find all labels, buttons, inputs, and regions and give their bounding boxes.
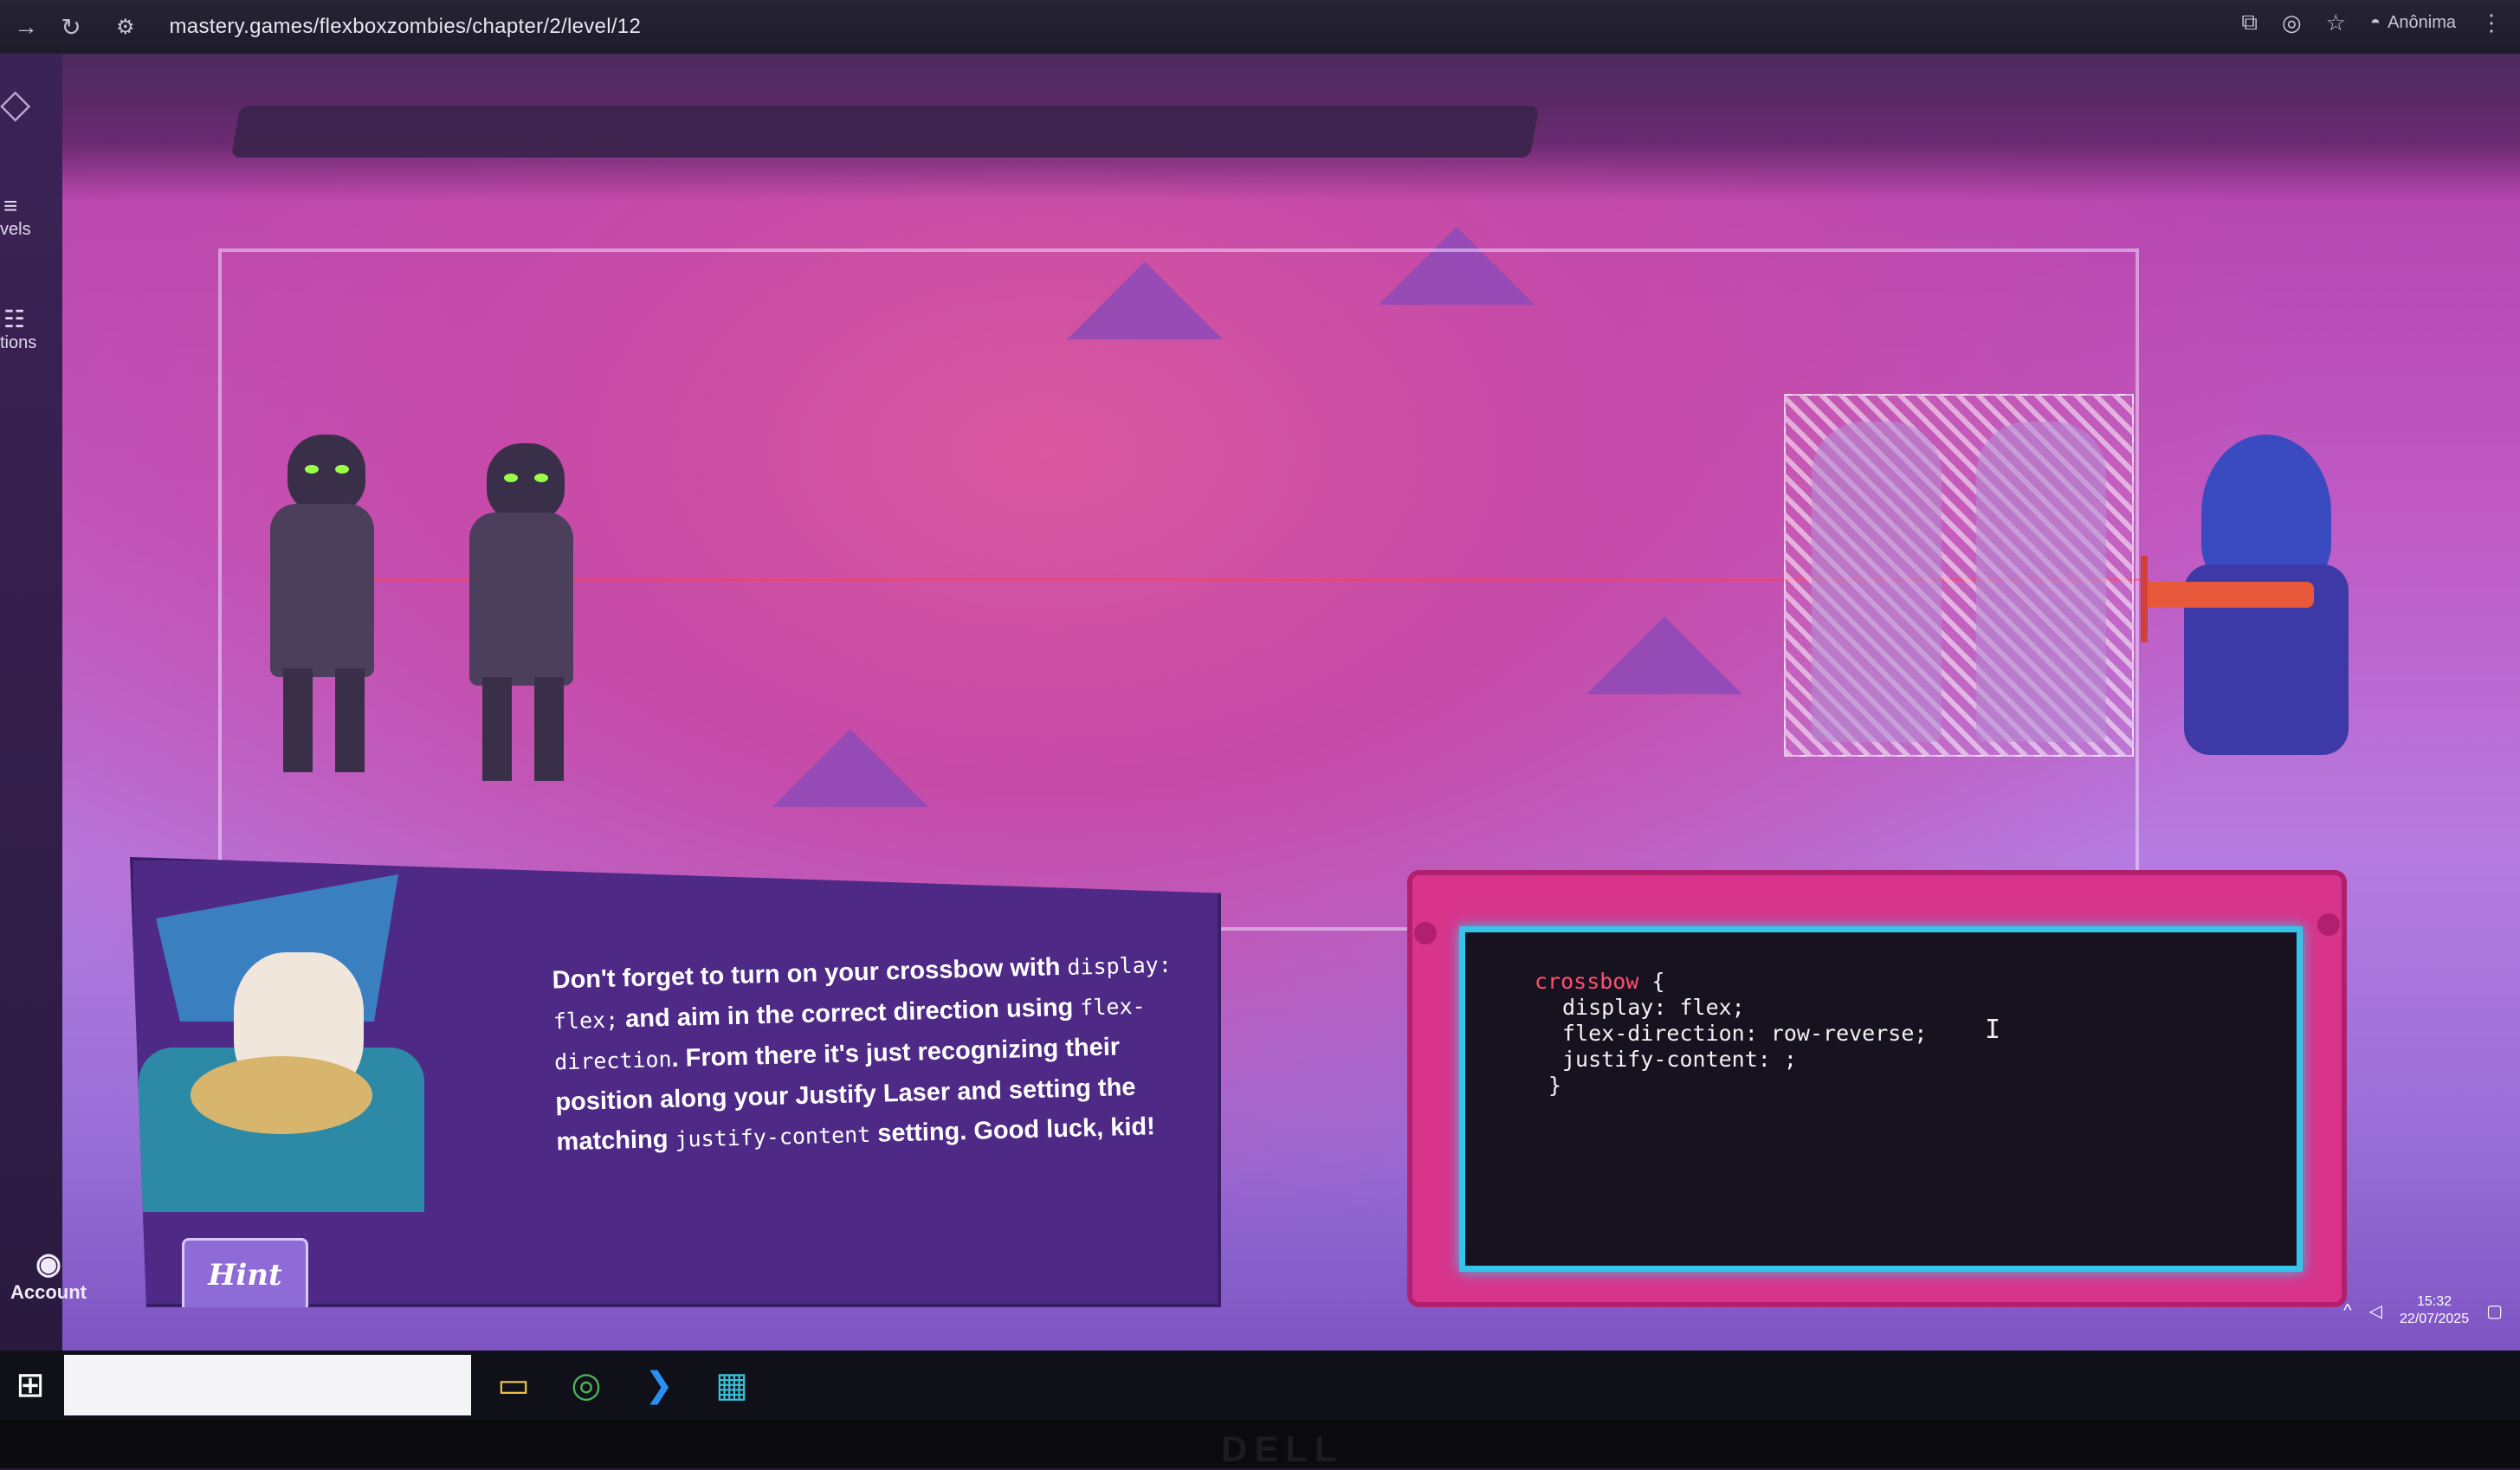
account-label: Account: [10, 1281, 87, 1303]
chrome-icon[interactable]: ◎: [556, 1355, 617, 1415]
windows-start-icon[interactable]: ⊞: [0, 1355, 61, 1415]
incognito-icon: ◓: [2369, 12, 2381, 32]
browser-toolbar: → ↻ ⚙ mastery.games/flexboxzombies/chapt…: [0, 0, 2520, 54]
sidebar-item-label: tions: [0, 333, 37, 352]
account-button[interactable]: ◉ Account: [5, 1247, 92, 1304]
mentor-portrait: [139, 874, 424, 1212]
zombie: [236, 417, 400, 781]
brace-close: }: [1548, 1073, 1562, 1098]
crossbow: [2141, 582, 2314, 608]
dialogue-panel: Don't forget to turn on your crossbow wi…: [130, 857, 1221, 1307]
menu-icon[interactable]: ⋮: [2480, 10, 2503, 36]
frame-gem: [2317, 913, 2340, 936]
profile-label: Anônima: [2388, 12, 2456, 32]
options-icon: ☷: [3, 306, 26, 332]
monitor-brand: DELL: [1221, 1428, 1344, 1469]
clock-time: 15:32: [2417, 1294, 2452, 1309]
code-line-display[interactable]: display: flex;: [1562, 995, 1745, 1020]
code-editor-frame: crossbow { display: flex; flex-direction…: [1407, 870, 2347, 1307]
crossbow-hero: [2141, 435, 2400, 824]
incognito-profile[interactable]: ◓ Anônima: [2370, 13, 2456, 33]
reload-icon[interactable]: ↻: [52, 8, 90, 46]
eye-off-icon[interactable]: ◎: [2282, 10, 2302, 36]
volume-icon[interactable]: ◁: [2369, 1300, 2382, 1322]
levels-icon: ≡: [3, 192, 18, 219]
chevron-up-icon[interactable]: ^: [2343, 1301, 2351, 1321]
dialogue-text-part: Don't forget to turn on your crossbow wi…: [552, 952, 1068, 995]
frame-gem: [1414, 922, 1437, 945]
zombie: [435, 426, 599, 790]
brace-open: {: [1638, 969, 1665, 994]
clock-date: 22/07/2025: [2400, 1312, 2470, 1326]
clock[interactable]: 15:32 22/07/2025: [2400, 1293, 2469, 1328]
branch: [230, 106, 1540, 158]
sidebar: ◇ ≡ vels ☷ tions: [0, 54, 62, 1387]
site-settings-icon[interactable]: ⚙: [116, 15, 135, 40]
account-icon: ◉: [36, 1248, 61, 1280]
logo-icon[interactable]: ◇: [0, 80, 52, 132]
dialogue-text-part: and aim in the correct direction using: [617, 993, 1081, 1034]
code-line-justify-content[interactable]: justify-content: ;: [1562, 1047, 1797, 1072]
translate-icon[interactable]: ⧉: [2241, 9, 2258, 36]
star-icon[interactable]: ☆: [2326, 10, 2346, 36]
code-line-flex-direction[interactable]: flex-direction: row-reverse;: [1562, 1021, 1927, 1046]
sidebar-item-levels[interactable]: ≡ vels: [0, 192, 62, 240]
vscode-icon[interactable]: ❯: [629, 1355, 689, 1415]
back-icon[interactable]: →: [7, 8, 45, 46]
system-tray: ^ ◁ 15:32 22/07/2025 ▢: [2343, 1293, 2503, 1328]
target-silhouette-zone: [1784, 394, 2134, 757]
sidebar-item-options[interactable]: ☷ tions: [0, 305, 62, 353]
taskbar: ⊞ ▭ ◎ ❯ ▦: [0, 1351, 2520, 1420]
calendar-icon[interactable]: ▦: [701, 1355, 762, 1415]
dialogue-text-part: setting. Good luck, kid!: [869, 1112, 1156, 1148]
notifications-icon[interactable]: ▢: [2486, 1300, 2503, 1322]
code-editor[interactable]: crossbow { display: flex; flex-direction…: [1459, 926, 2303, 1272]
css-selector: crossbow: [1535, 969, 1639, 994]
sidebar-item-label: vels: [0, 220, 31, 239]
dialogue-code: justify-content: [675, 1121, 871, 1152]
taskbar-search-input[interactable]: [64, 1355, 471, 1415]
text-cursor-icon: I: [1985, 1015, 2001, 1045]
dialogue-text: Don't forget to turn on your crossbow wi…: [552, 945, 1180, 1164]
hint-button[interactable]: Hint: [182, 1238, 308, 1307]
file-explorer-icon[interactable]: ▭: [483, 1355, 544, 1415]
address-bar[interactable]: mastery.games/flexboxzombies/chapter/2/l…: [170, 15, 642, 39]
